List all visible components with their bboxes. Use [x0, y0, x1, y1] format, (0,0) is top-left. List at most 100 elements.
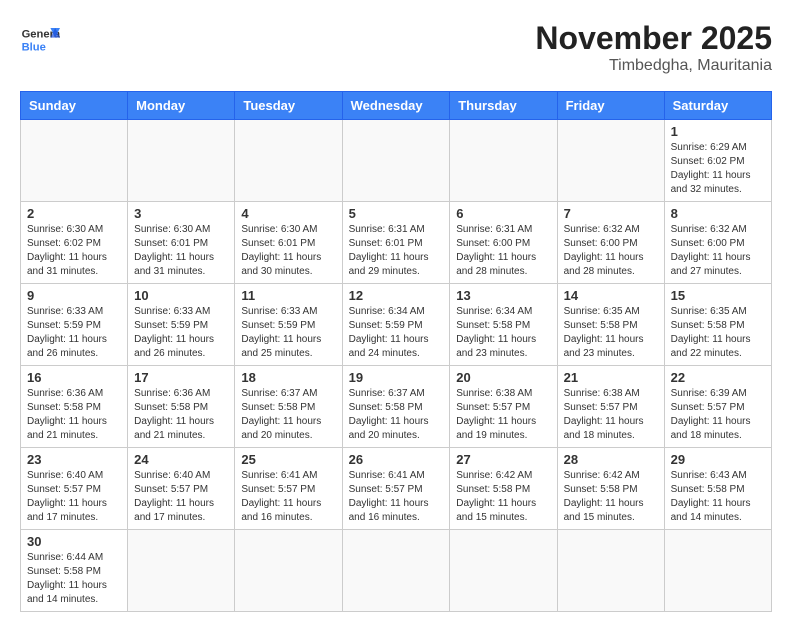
day-number: 18 — [241, 370, 335, 385]
calendar-day-cell: 23Sunrise: 6:40 AM Sunset: 5:57 PM Dayli… — [21, 448, 128, 530]
calendar-day-cell: 2 Sunrise: 6:30 AM Sunset: 6:02 PM Daylig… — [21, 202, 128, 284]
day-info: Sunrise: 6:44 AM Sunset: 5:58 PM Dayligh… — [27, 551, 121, 607]
day-info: Sunrise: 6:35 AM Sunset: 5:58 PM Dayligh… — [671, 305, 765, 361]
calendar-day-cell: 17 Sunrise: 6:36 AM Sunset: 5:58 PM Dayli… — [128, 366, 235, 448]
logo-icon: General Blue — [20, 20, 60, 60]
day-info: Sunrise: 6:40 AM Sunset: 5:57 PM Dayligh… — [27, 469, 121, 525]
day-number: 27 — [456, 452, 550, 467]
day-info: Sunrise: 6:38 AM Sunset: 5:57 PM Dayligh… — [564, 387, 658, 443]
day-info: Sunrise: 6:29 AM Sunset: 6:02 PM Dayligh… — [671, 141, 765, 197]
day-info: Sunrise: 6:35 AM Sunset: 5:58 PM Dayligh… — [564, 305, 658, 361]
day-info: Sunrise: 6:33 AM Sunset: 5:59 PM Dayligh… — [27, 305, 121, 361]
location-title: Timbedgha, Mauritania — [535, 57, 772, 75]
day-number: 24 — [134, 452, 228, 467]
day-info: Sunrise: 6:31 AM Sunset: 6:01 PM Dayligh… — [349, 223, 444, 279]
day-info: Sunrise: 6:41 AM Sunset: 5:57 PM Dayligh… — [349, 469, 444, 525]
calendar-day-cell — [342, 530, 450, 612]
calendar-day-cell — [450, 120, 557, 202]
day-info: Sunrise: 6:39 AM Sunset: 5:57 PM Dayligh… — [671, 387, 765, 443]
day-info: Sunrise: 6:36 AM Sunset: 5:58 PM Dayligh… — [27, 387, 121, 443]
calendar-day-cell: 12Sunrise: 6:34 AM Sunset: 5:59 PM Dayli… — [342, 284, 450, 366]
day-number: 1 — [671, 124, 765, 139]
day-info: Sunrise: 6:32 AM Sunset: 6:00 PM Dayligh… — [564, 223, 658, 279]
logo: General Blue — [20, 20, 60, 60]
calendar-day-cell: 22 Sunrise: 6:39 AM Sunset: 5:57 PM Dayli… — [664, 366, 771, 448]
calendar-header-saturday: Saturday — [664, 92, 771, 120]
calendar-week-row: 30 Sunrise: 6:44 AM Sunset: 5:58 PM Dayli… — [21, 530, 772, 612]
calendar-table: SundayMondayTuesdayWednesdayThursdayFrid… — [20, 91, 772, 612]
calendar-day-cell: 16 Sunrise: 6:36 AM Sunset: 5:58 PM Dayli… — [21, 366, 128, 448]
calendar-day-cell: 5 Sunrise: 6:31 AM Sunset: 6:01 PM Daylig… — [342, 202, 450, 284]
day-number: 2 — [27, 206, 121, 221]
calendar-week-row: 23Sunrise: 6:40 AM Sunset: 5:57 PM Dayli… — [21, 448, 772, 530]
calendar-day-cell — [128, 530, 235, 612]
calendar-day-cell — [128, 120, 235, 202]
day-info: Sunrise: 6:43 AM Sunset: 5:58 PM Dayligh… — [671, 469, 765, 525]
calendar-day-cell: 13Sunrise: 6:34 AM Sunset: 5:58 PM Dayli… — [450, 284, 557, 366]
month-title: November 2025 — [535, 20, 772, 57]
day-number: 28 — [564, 452, 658, 467]
day-info: Sunrise: 6:41 AM Sunset: 5:57 PM Dayligh… — [241, 469, 335, 525]
calendar-week-row: 2 Sunrise: 6:30 AM Sunset: 6:02 PM Daylig… — [21, 202, 772, 284]
day-number: 29 — [671, 452, 765, 467]
day-info: Sunrise: 6:32 AM Sunset: 6:00 PM Dayligh… — [671, 223, 765, 279]
day-number: 30 — [27, 534, 121, 549]
day-info: Sunrise: 6:37 AM Sunset: 5:58 PM Dayligh… — [349, 387, 444, 443]
calendar-header-wednesday: Wednesday — [342, 92, 450, 120]
calendar-day-cell: 14Sunrise: 6:35 AM Sunset: 5:58 PM Dayli… — [557, 284, 664, 366]
day-number: 11 — [241, 288, 335, 303]
day-info: Sunrise: 6:36 AM Sunset: 5:58 PM Dayligh… — [134, 387, 228, 443]
calendar-week-row: 9 Sunrise: 6:33 AM Sunset: 5:59 PM Daylig… — [21, 284, 772, 366]
calendar-day-cell — [450, 530, 557, 612]
calendar-day-cell: 29 Sunrise: 6:43 AM Sunset: 5:58 PM Dayli… — [664, 448, 771, 530]
day-number: 9 — [27, 288, 121, 303]
calendar-day-cell: 20 Sunrise: 6:38 AM Sunset: 5:57 PM Dayli… — [450, 366, 557, 448]
calendar-day-cell: 1 Sunrise: 6:29 AM Sunset: 6:02 PM Daylig… — [664, 120, 771, 202]
day-info: Sunrise: 6:31 AM Sunset: 6:00 PM Dayligh… — [456, 223, 550, 279]
calendar-header-thursday: Thursday — [450, 92, 557, 120]
day-info: Sunrise: 6:38 AM Sunset: 5:57 PM Dayligh… — [456, 387, 550, 443]
day-number: 12 — [349, 288, 444, 303]
calendar-day-cell: 9 Sunrise: 6:33 AM Sunset: 5:59 PM Daylig… — [21, 284, 128, 366]
calendar-day-cell — [664, 530, 771, 612]
day-number: 8 — [671, 206, 765, 221]
calendar-day-cell — [557, 530, 664, 612]
calendar-day-cell — [235, 530, 342, 612]
day-number: 25 — [241, 452, 335, 467]
calendar-day-cell — [342, 120, 450, 202]
day-number: 3 — [134, 206, 228, 221]
svg-text:Blue: Blue — [22, 41, 46, 53]
day-info: Sunrise: 6:33 AM Sunset: 5:59 PM Dayligh… — [134, 305, 228, 361]
day-info: Sunrise: 6:33 AM Sunset: 5:59 PM Dayligh… — [241, 305, 335, 361]
calendar-day-cell: 3Sunrise: 6:30 AM Sunset: 6:01 PM Daylig… — [128, 202, 235, 284]
calendar-day-cell: 15 Sunrise: 6:35 AM Sunset: 5:58 PM Dayli… — [664, 284, 771, 366]
calendar-day-cell — [557, 120, 664, 202]
day-number: 16 — [27, 370, 121, 385]
day-info: Sunrise: 6:42 AM Sunset: 5:58 PM Dayligh… — [456, 469, 550, 525]
day-info: Sunrise: 6:40 AM Sunset: 5:57 PM Dayligh… — [134, 469, 228, 525]
day-number: 10 — [134, 288, 228, 303]
day-number: 22 — [671, 370, 765, 385]
calendar-day-cell: 27 Sunrise: 6:42 AM Sunset: 5:58 PM Dayli… — [450, 448, 557, 530]
calendar-day-cell: 21Sunrise: 6:38 AM Sunset: 5:57 PM Dayli… — [557, 366, 664, 448]
day-number: 7 — [564, 206, 658, 221]
calendar-header-monday: Monday — [128, 92, 235, 120]
day-info: Sunrise: 6:34 AM Sunset: 5:58 PM Dayligh… — [456, 305, 550, 361]
day-number: 20 — [456, 370, 550, 385]
day-number: 5 — [349, 206, 444, 221]
calendar-day-cell: 4Sunrise: 6:30 AM Sunset: 6:01 PM Daylig… — [235, 202, 342, 284]
day-info: Sunrise: 6:30 AM Sunset: 6:02 PM Dayligh… — [27, 223, 121, 279]
calendar-week-row: 1 Sunrise: 6:29 AM Sunset: 6:02 PM Daylig… — [21, 120, 772, 202]
calendar-day-cell: 18Sunrise: 6:37 AM Sunset: 5:58 PM Dayli… — [235, 366, 342, 448]
calendar-day-cell: 11 Sunrise: 6:33 AM Sunset: 5:59 PM Dayli… — [235, 284, 342, 366]
day-number: 17 — [134, 370, 228, 385]
day-number: 4 — [241, 206, 335, 221]
calendar-day-cell: 7 Sunrise: 6:32 AM Sunset: 6:00 PM Daylig… — [557, 202, 664, 284]
day-info: Sunrise: 6:42 AM Sunset: 5:58 PM Dayligh… — [564, 469, 658, 525]
calendar-day-cell: 24 Sunrise: 6:40 AM Sunset: 5:57 PM Dayli… — [128, 448, 235, 530]
day-number: 15 — [671, 288, 765, 303]
calendar-day-cell: 6 Sunrise: 6:31 AM Sunset: 6:00 PM Daylig… — [450, 202, 557, 284]
calendar-day-cell: 26Sunrise: 6:41 AM Sunset: 5:57 PM Dayli… — [342, 448, 450, 530]
calendar-week-row: 16 Sunrise: 6:36 AM Sunset: 5:58 PM Dayli… — [21, 366, 772, 448]
day-number: 6 — [456, 206, 550, 221]
